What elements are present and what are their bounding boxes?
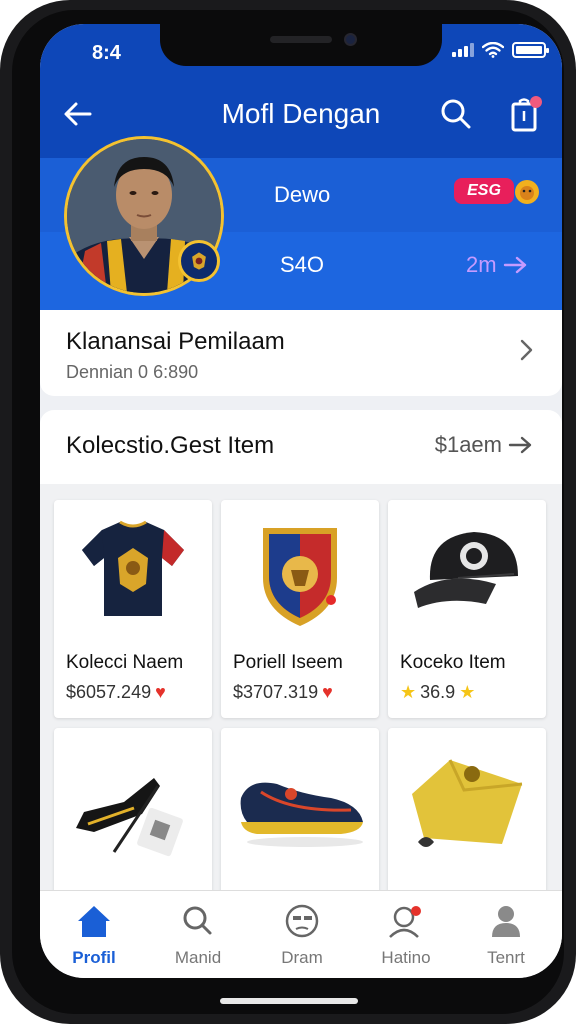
nav-dram[interactable]: Dram: [252, 903, 352, 973]
nav-label: Dram: [281, 948, 323, 967]
phone-frame: 8:4 Mofl Dengan Dewo ESG S4O 2m Klanansa…: [0, 0, 576, 1024]
shoe-image: [240, 782, 363, 847]
page-title: Mofl Dengan: [221, 98, 381, 129]
nav-tenrt[interactable]: Tenrt: [456, 903, 556, 973]
item-price: $6057.249: [66, 682, 152, 702]
heart-user-icon: [389, 906, 421, 938]
item-name: Koceko Item: [400, 652, 506, 673]
star-icon[interactable]: ★: [459, 682, 475, 703]
item-name: Kolecci Naem: [66, 652, 184, 673]
heart-icon[interactable]: ♥: [155, 682, 166, 703]
heart-icon[interactable]: ♥: [322, 682, 333, 703]
item-price: $3707.319: [233, 682, 319, 702]
phone-bezel: 8:4 Mofl Dengan Dewo ESG S4O 2m Klanansa…: [12, 10, 564, 1014]
item-card[interactable]: Kolecci Naem $6057.249 ♥: [54, 500, 212, 718]
item-price-row: $6057.249 ♥: [66, 682, 166, 703]
item-card[interactable]: Poriell Iseem $3707.319 ♥: [221, 500, 379, 718]
person-icon: [492, 906, 520, 937]
cart-button[interactable]: [504, 94, 544, 134]
home-indicator[interactable]: [220, 998, 358, 1004]
nav-label: Tenrt: [487, 948, 525, 967]
lion-icon: [515, 180, 539, 204]
search-icon: [183, 906, 212, 935]
arrow-right-icon: [508, 436, 532, 454]
item-price: 36.9: [420, 682, 456, 702]
arrow-right-icon: [503, 256, 526, 274]
nav-hatino[interactable]: Hatino: [356, 903, 456, 973]
item-name: Poriell Iseem: [233, 652, 343, 673]
speaker: [270, 36, 332, 43]
profile-header: 8:4 Mofl Dengan Dewo ESG S4O 2m: [40, 24, 562, 310]
screen: 8:4 Mofl Dengan Dewo ESG S4O 2m Klanansa…: [40, 24, 562, 978]
summary-subtitle: Dennian 0 6:890: [66, 362, 199, 382]
avatar[interactable]: [64, 136, 224, 296]
summary-card[interactable]: Klanansai Pemilaam Dennian 0 6:890: [40, 310, 562, 396]
collection-link-label: $1aem: [434, 432, 502, 457]
front-camera: [344, 33, 357, 46]
status-icons: [452, 42, 549, 58]
header-nav: Mofl Dengan: [40, 94, 562, 134]
home-icon: [78, 906, 110, 937]
header-link-label: 2m: [466, 252, 497, 277]
collection-title: Kolecstio.Gest Item: [66, 432, 275, 459]
wifi-icon: [482, 42, 504, 58]
chevron-right-icon: [520, 339, 533, 361]
header-link[interactable]: 2m: [466, 252, 529, 278]
collection-header: Kolecstio.Gest Item $1aem: [40, 410, 562, 484]
nav-profil[interactable]: Profil: [44, 903, 144, 973]
team-badge-icon: [178, 240, 220, 282]
nav-label: Profil: [72, 948, 116, 967]
brand-badge[interactable]: ESG: [454, 174, 539, 208]
boots-image: [76, 778, 183, 857]
shirt-image: [412, 759, 523, 847]
crest-image: [263, 528, 337, 626]
item-card[interactable]: Koceko Item ★ 36.9 ★: [388, 500, 546, 718]
item-price-row: $3707.319 ♥: [233, 682, 333, 703]
star-icon: ★: [400, 682, 417, 702]
profile-stat: S4O: [280, 252, 325, 277]
collection-grid: Kolecci Naem $6057.249 ♥ Poriell Iseem $…: [40, 484, 562, 946]
nav-label: Manid: [174, 948, 222, 967]
status-time: 8:4: [92, 42, 121, 64]
notification-dot: [530, 96, 542, 108]
notch: [160, 24, 442, 66]
signal-icon: [452, 43, 474, 57]
collection-see-all[interactable]: $1aem: [435, 432, 534, 458]
cap-image: [414, 532, 518, 608]
brand-label: ESG: [454, 178, 514, 204]
item-price-row: ★ 36.9 ★: [400, 682, 475, 703]
search-button[interactable]: [438, 96, 474, 132]
avatar-icon: [285, 904, 319, 938]
summary-title: Klanansai Pemilaam: [66, 328, 285, 355]
profile-name: Dewo: [274, 182, 331, 207]
jersey-image: [82, 520, 184, 616]
nav-manid[interactable]: Manid: [148, 903, 248, 973]
nav-label: Hatino: [381, 948, 431, 967]
bottom-nav: Profil Manid Dram Hatino Tenrt: [40, 890, 562, 978]
battery-icon: [512, 42, 549, 58]
